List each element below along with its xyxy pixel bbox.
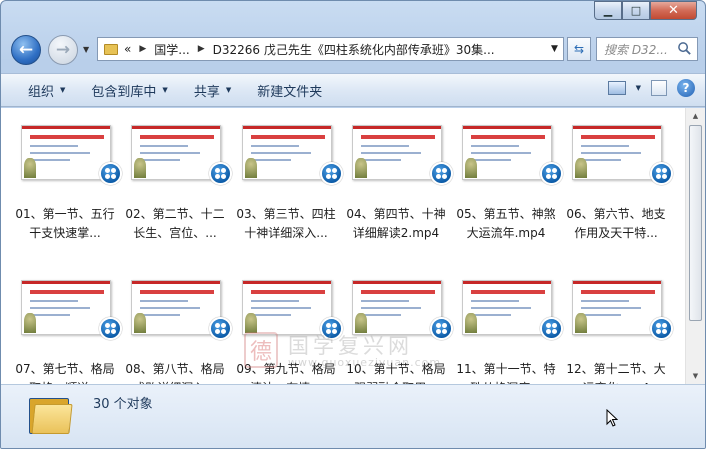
media-player-icon: [209, 317, 232, 340]
file-item[interactable]: 08、第八节、格局成败详细深入...: [123, 280, 232, 398]
change-view-icon[interactable]: [607, 81, 626, 95]
scroll-down-icon[interactable]: ▼: [686, 368, 705, 384]
breadcrumb-item[interactable]: 国学...: [154, 41, 189, 58]
file-name: 01、第一节、五行干支快速掌...: [15, 207, 115, 240]
folder-icon: [104, 43, 118, 55]
video-thumbnail: [572, 125, 662, 180]
recent-pages-dropdown[interactable]: ▼: [83, 45, 89, 54]
chevron-down-icon[interactable]: ▼: [636, 84, 641, 92]
file-item[interactable]: 11、第十一节、特殊从格深度...: [454, 280, 563, 398]
file-name: 02、第二节、十二长生、宫位、...: [125, 207, 225, 240]
object-count: 30 个对象: [93, 397, 153, 412]
video-thumbnail: [352, 125, 442, 180]
file-item[interactable]: 02、第二节、十二长生、宫位、...: [123, 125, 232, 243]
scroll-up-icon[interactable]: ▲: [686, 108, 705, 124]
breadcrumb-current[interactable]: D32266 戊己先生《四柱系统化内部传承班》30集...: [213, 41, 495, 58]
address-bar[interactable]: « ▶ 国学... ▶ D32266 戊己先生《四柱系统化内部传承班》30集..…: [97, 37, 564, 61]
search-placeholder: 搜索 D32...: [604, 42, 668, 57]
organize-menu[interactable]: 组织 ▼: [19, 77, 74, 103]
new-folder-button[interactable]: 新建文件夹: [248, 77, 331, 103]
chevron-down-icon: ▼: [60, 86, 66, 94]
arrow-right-icon: →: [55, 40, 71, 60]
file-item[interactable]: 05、第五节、神煞 大运流年.mp4: [454, 125, 563, 243]
video-thumbnail: [21, 125, 111, 180]
video-thumbnail: [572, 280, 662, 335]
view-controls: ▼ ?: [607, 79, 695, 97]
media-player-icon: [99, 317, 122, 340]
breadcrumb-overflow[interactable]: «: [124, 42, 131, 56]
file-item[interactable]: 04、第四节、十神详细解读2.mp4: [344, 125, 453, 243]
folder-icon: [29, 394, 73, 434]
video-thumbnail: [131, 125, 221, 180]
file-name: 03、第三节、四柱十神详细深入...: [236, 207, 336, 240]
file-name: 05、第五节、神煞 大运流年.mp4: [456, 207, 556, 240]
mouse-cursor-icon: [606, 409, 618, 427]
video-thumbnail: [242, 280, 332, 335]
vertical-scrollbar[interactable]: ▲ ▼: [685, 108, 705, 384]
help-icon[interactable]: ?: [677, 79, 695, 97]
video-thumbnail: [462, 125, 552, 180]
forward-button[interactable]: →: [48, 35, 78, 65]
refresh-button[interactable]: ⇆: [567, 37, 591, 61]
file-name: 06、第六节、地支作用及天干特...: [566, 207, 666, 240]
details-pane: 30 个对象: [1, 384, 705, 448]
search-input[interactable]: 搜索 D32...: [596, 37, 698, 61]
close-button[interactable]: ✕: [650, 1, 697, 20]
maximize-button[interactable]: □: [622, 1, 650, 20]
video-thumbnail: [131, 280, 221, 335]
chevron-right-icon[interactable]: ▶: [198, 44, 205, 54]
organize-label: 组织: [28, 84, 55, 100]
file-name: 04、第四节、十神详细解读2.mp4: [346, 207, 446, 240]
media-player-icon: [540, 317, 563, 340]
file-item[interactable]: 06、第六节、地支作用及天干特...: [564, 125, 673, 243]
refresh-icon: ⇆: [573, 42, 585, 56]
preview-pane-icon[interactable]: [651, 80, 667, 96]
address-dropdown-icon[interactable]: ▼: [551, 44, 558, 54]
media-player-icon: [650, 317, 673, 340]
video-thumbnail: [462, 280, 552, 335]
arrow-left-icon: ←: [18, 40, 34, 60]
media-player-icon: [320, 162, 343, 185]
chevron-down-icon: ▼: [225, 86, 232, 94]
video-thumbnail: [242, 125, 332, 180]
media-player-icon: [540, 162, 563, 185]
scrollbar-thumb[interactable]: [689, 125, 702, 321]
include-library-label: 包含到库中: [91, 84, 157, 100]
chevron-right-icon[interactable]: ▶: [139, 44, 146, 54]
file-item[interactable]: 12、第十二节、大运变化.mp4: [564, 280, 673, 398]
include-library-menu[interactable]: 包含到库中 ▼: [82, 77, 176, 103]
share-label: 共享: [193, 84, 220, 100]
caption-buttons: ▁ □ ✕: [594, 1, 697, 20]
minimize-button[interactable]: ▁: [594, 1, 622, 20]
new-folder-label: 新建文件夹: [257, 84, 323, 100]
media-player-icon: [430, 317, 453, 340]
video-thumbnail: [352, 280, 442, 335]
media-player-icon: [320, 317, 343, 340]
explorer-window: ▁ □ ✕ ← → ▼ « ▶ 国学... ▶ D32266 戊己先生《四柱系统…: [0, 0, 706, 449]
file-item[interactable]: 03、第三节、四柱十神详细深入...: [234, 125, 343, 243]
command-bar: 组织 ▼ 包含到库中 ▼ 共享 ▼ 新建文件夹 ▼ ?: [1, 73, 705, 107]
file-list: 01、第一节、五行干支快速掌... 02、第二节、十二长生、宫位、... 03、…: [1, 108, 685, 395]
file-item[interactable]: 10、第十节、格局强弱融合取用...: [344, 280, 453, 398]
video-thumbnail: [21, 280, 111, 335]
file-item[interactable]: 07、第七节、格局取格，顺逆...: [13, 280, 122, 398]
search-icon: [678, 42, 691, 55]
address-row: ← → ▼ « ▶ 国学... ▶ D32266 戊己先生《四柱系统化内部传承班…: [1, 27, 705, 71]
share-menu[interactable]: 共享 ▼: [185, 77, 240, 103]
file-item[interactable]: 01、第一节、五行干支快速掌...: [13, 125, 122, 243]
back-button[interactable]: ←: [11, 35, 41, 65]
media-player-icon: [430, 162, 453, 185]
chevron-down-icon: ▼: [162, 86, 168, 94]
file-item[interactable]: 09、第九节、格局清浊、有情...: [234, 280, 343, 398]
media-player-icon: [209, 162, 232, 185]
media-player-icon: [99, 162, 122, 185]
media-player-icon: [650, 162, 673, 185]
